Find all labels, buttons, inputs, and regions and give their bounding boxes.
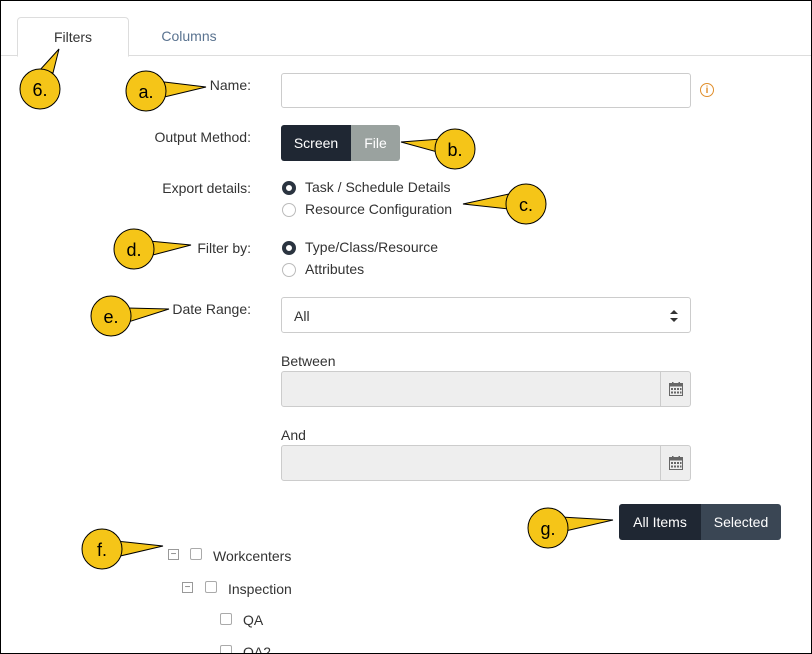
annotation-layer: 6. a. b. c. d. e. f. g. bbox=[19, 48, 614, 570]
callout-e-pointer bbox=[124, 307, 170, 324]
callout-e-text: e. bbox=[103, 307, 118, 327]
callout-6-text: 6. bbox=[32, 80, 47, 100]
callout-f-text: f. bbox=[97, 540, 107, 560]
callout-b-text: b. bbox=[447, 140, 462, 160]
callout-c-text: c. bbox=[519, 195, 533, 215]
callout-d-pointer bbox=[148, 240, 192, 257]
callout-c-pointer bbox=[462, 193, 510, 210]
callout-g-pointer bbox=[560, 516, 614, 533]
report-settings-panel: Filters Columns Name: i Output Method: S… bbox=[0, 0, 812, 654]
callout-a-text: a. bbox=[138, 82, 153, 102]
callout-f-pointer bbox=[115, 540, 164, 558]
callout-g-text: g. bbox=[540, 519, 555, 539]
callout-d-text: d. bbox=[126, 240, 141, 260]
